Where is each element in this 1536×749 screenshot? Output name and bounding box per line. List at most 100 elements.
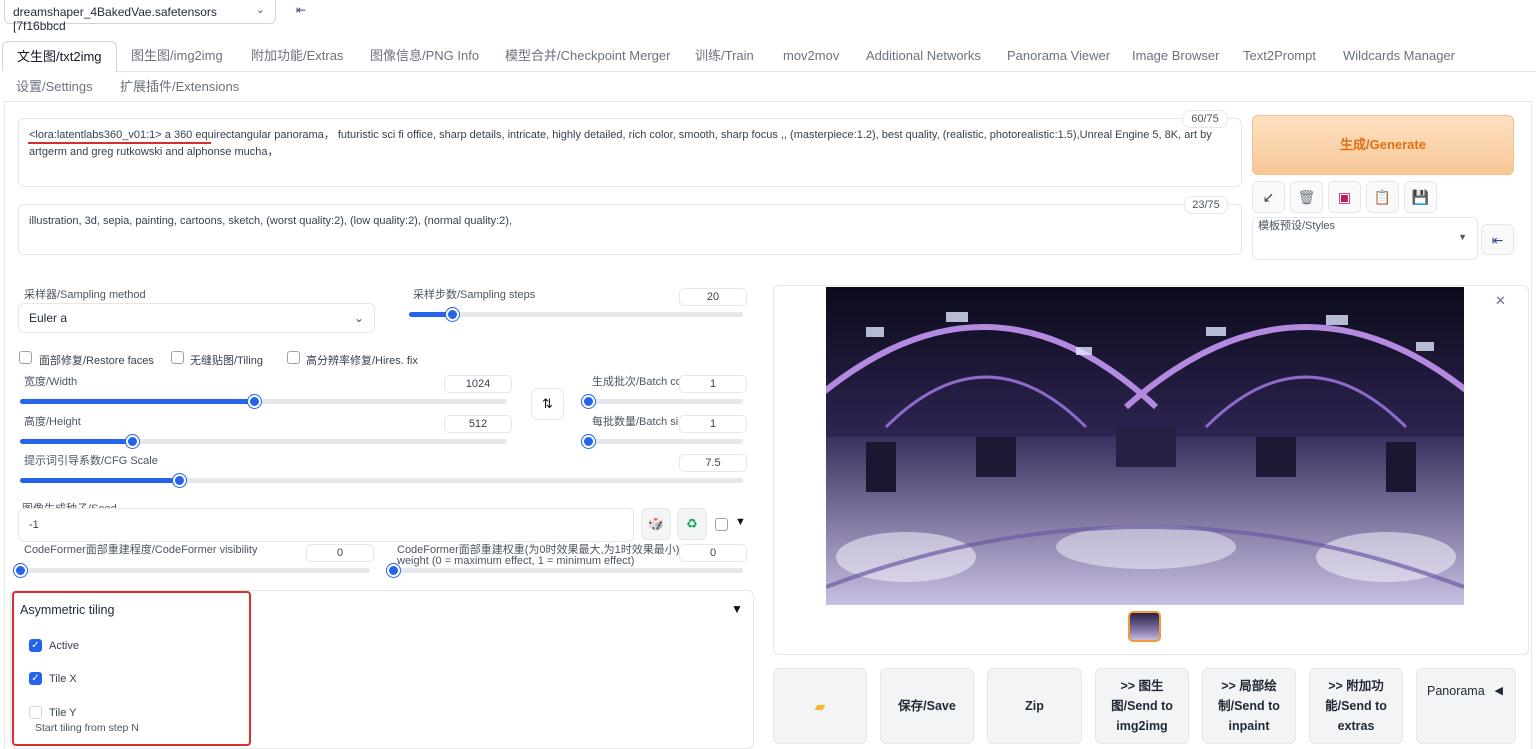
save-icon[interactable]: 💾 [1404,181,1437,213]
sampling-method-label: 采样器/Sampling method [24,289,146,301]
negative-prompt-input[interactable]: illustration, 3d, sepia, painting, carto… [18,204,1242,255]
width-slider[interactable] [20,395,507,408]
refresh-models-icon[interactable]: ⇤ [290,3,312,21]
codeformer-visibility-input[interactable]: 0 [306,544,374,562]
seed-input[interactable]: -1 [18,508,634,542]
send-to-inpaint-line1: >> 局部绘 [1221,679,1277,693]
tab-divider [115,71,1536,72]
cfg-scale-label: 提示词引导系数/CFG Scale [24,455,158,467]
highlight-annotation-box [12,591,251,746]
cfg-scale-slider[interactable] [20,474,743,487]
batch-size-slider[interactable] [582,435,743,448]
send-to-img2img-line3: img2img [1116,719,1168,733]
negative-prompt-token-counter: 23/75 [1184,196,1228,214]
tab-train[interactable]: 训练/Train [695,41,754,71]
apply-styles-icon[interactable]: ⇤ [1481,224,1514,255]
send-to-inpaint-line2: 制/Send to [1218,699,1280,713]
model-checkpoint-select[interactable]: dreamshaper_4BakedVae.safetensors [7f16b… [4,0,276,33]
width-label: 宽度/Width [24,376,78,388]
sampling-steps-slider[interactable] [409,308,743,321]
batch-count-slider[interactable] [582,395,743,408]
tab-settings[interactable]: 设置/Settings [16,72,93,102]
generated-panorama-image[interactable] [826,287,1464,605]
batch-count-input[interactable]: 1 [679,375,747,393]
tab-additional-networks[interactable]: Additional Networks [866,41,981,71]
slider-thumb[interactable] [247,395,261,408]
height-input[interactable]: 512 [444,415,512,433]
clipboard-icon[interactable]: 📋 [1366,181,1399,213]
swap-dimensions-icon[interactable]: ⇅ [531,388,564,420]
send-to-extras-line3: extras [1337,719,1375,733]
collapse-triangle-icon[interactable]: ▼ [731,602,743,616]
restore-faces-checkbox[interactable] [19,351,32,364]
send-to-inpaint-button[interactable]: >> 局部绘 制/Send to inpaint [1202,668,1296,744]
slider-thumb[interactable] [582,435,595,448]
codeformer-visibility-slider[interactable] [14,564,370,577]
trash-icon[interactable]: 🗑 [1290,181,1323,213]
send-to-img2img-button[interactable]: >> 图生 图/Send to img2img [1095,668,1189,744]
slider-thumb[interactable] [14,564,27,577]
tab-extensions[interactable]: 扩展插件/Extensions [120,72,239,102]
tab-img2img[interactable]: 图生图/img2img [131,41,223,71]
send-to-img2img-line2: 图/Send to [1111,699,1173,713]
panorama-button[interactable]: Panorama ◀ [1416,668,1516,744]
tab-mov2mov[interactable]: mov2mov [783,41,839,71]
height-slider[interactable] [20,435,507,448]
tab-text2prompt[interactable]: Text2Prompt [1243,41,1316,71]
width-input[interactable]: 1024 [444,375,512,393]
slider-thumb[interactable] [387,564,400,577]
tab-png-info[interactable]: 图像信息/PNG Info [370,41,479,71]
triangle-left-icon: ◀ [1494,685,1503,697]
slider-thumb[interactable] [126,435,139,448]
triangle-down-icon[interactable]: ▼ [735,516,746,528]
tab-wildcards-manager[interactable]: Wildcards Manager [1343,41,1455,71]
recycle-icon[interactable]: ♻ [677,508,707,540]
hires-fix-label: 高分辨率修复/Hires. fix [306,355,418,367]
generate-button[interactable]: 生成/Generate [1252,115,1514,175]
arrow-icon[interactable]: ↙ [1252,181,1285,213]
panorama-label: Panorama [1427,684,1485,698]
sampling-method-select[interactable]: Euler a ⌄ [18,303,375,333]
card-icon[interactable]: ▣ [1328,181,1361,213]
height-label: 高度/Height [24,416,81,428]
batch-size-input[interactable]: 1 [679,415,747,433]
sampling-steps-input[interactable]: 20 [679,288,747,306]
slider-thumb[interactable] [582,395,595,408]
codeformer-weight-input[interactable]: 0 [679,544,747,562]
send-to-extras-line2: 能/Send to [1325,699,1387,713]
slider-thumb[interactable] [173,474,187,487]
tab-txt2img[interactable]: 文生图/txt2img [2,41,117,71]
batch-size-label: 每批数量/Batch si [592,416,679,428]
restore-faces-label: 面部修复/Restore faces [39,355,154,367]
extra-seed-checkbox[interactable] [715,518,728,531]
send-to-extras-line1: >> 附加功 [1328,679,1384,693]
styles-dropdown[interactable]: 模板预设/Styles ▼ [1252,217,1478,260]
model-name: dreamshaper_4BakedVae.safetensors [7f16b… [13,5,217,33]
codeformer-visibility-label: CodeFormer面部重建程度/CodeFormer visibility [24,544,258,556]
close-icon[interactable]: ✕ [1495,293,1506,309]
cfg-scale-input[interactable]: 7.5 [679,454,747,472]
sampling-steps-label: 采样步数/Sampling steps [413,289,536,301]
negative-prompt-text: illustration, 3d, sepia, painting, carto… [29,215,512,227]
dice-icon[interactable]: 🎲 [641,508,671,540]
sampling-method-value: Euler a [29,311,68,325]
tab-extras[interactable]: 附加功能/Extras [251,41,343,71]
send-to-extras-button[interactable]: >> 附加功 能/Send to extras [1309,668,1403,744]
zip-button[interactable]: Zip [987,668,1082,744]
codeformer-weight-slider[interactable] [387,564,743,577]
send-to-img2img-line1: >> 图生 [1120,679,1164,693]
batch-count-label: 生成批次/Batch co [592,376,682,388]
open-folder-icon[interactable]: ▰ [773,668,867,744]
prompt-lora-tag: <lora:latentlabs360_v01:1> [29,129,162,141]
prompt-input[interactable]: <lora:latentlabs360_v01:1> a 360 equirec… [18,118,1242,187]
chevron-down-icon: ⌄ [255,4,265,16]
prompt-token-counter: 60/75 [1182,110,1228,128]
gallery-thumbnail[interactable] [1128,611,1161,642]
tab-panorama-viewer[interactable]: Panorama Viewer [1007,41,1110,71]
seed-value: -1 [29,519,39,531]
save-button[interactable]: 保存/Save [880,668,974,744]
tab-image-browser[interactable]: Image Browser [1132,41,1219,71]
hires-fix-checkbox[interactable] [287,351,300,364]
tiling-checkbox[interactable] [171,351,184,364]
tab-checkpoint-merger[interactable]: 模型合并/Checkpoint Merger [505,41,670,71]
